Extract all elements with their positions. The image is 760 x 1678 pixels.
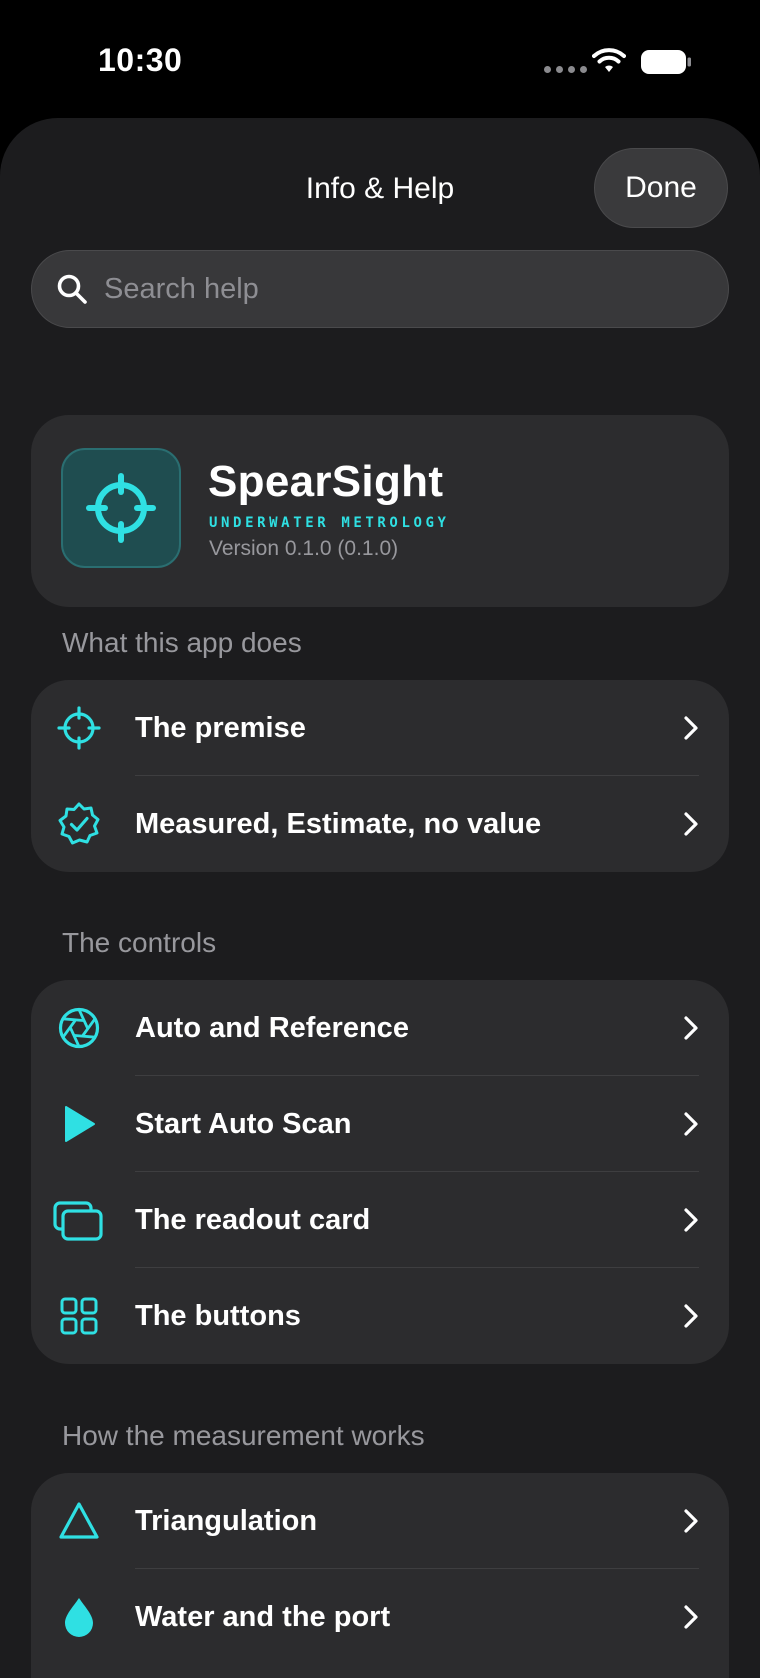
section-header-how-the-measurement-works: How the measurement works: [62, 1420, 425, 1451]
help-item-start-auto-scan[interactable]: Start Auto Scan: [31, 1076, 729, 1172]
aperture-icon: [58, 1007, 100, 1049]
stacked-cards-icon: [53, 1201, 103, 1241]
grid-icon: [60, 1297, 98, 1335]
crosshair-icon: [57, 706, 101, 750]
water-drop-icon: [65, 1598, 93, 1637]
app-name: SpearSight: [208, 457, 444, 506]
help-item-label: Start Auto Scan: [135, 1108, 352, 1140]
help-item-triangulation[interactable]: Triangulation: [31, 1473, 729, 1569]
chevron-right-icon: [684, 1509, 698, 1533]
help-item-label: Triangulation: [135, 1505, 318, 1537]
chevron-right-icon: [684, 1112, 698, 1136]
help-item-label: Auto and Reference: [135, 1012, 409, 1044]
help-item-label: The buttons: [135, 1300, 301, 1332]
section-group-what-this-app-does: The premise Measured, Estimate, no value: [31, 680, 729, 872]
section-group-how-the-measurement-works: Triangulation Water and the port: [31, 1473, 729, 1678]
help-item-label: The premise: [135, 712, 306, 744]
search-input[interactable]: [102, 251, 706, 328]
chevron-right-icon: [684, 1304, 698, 1328]
chevron-right-icon: [684, 1605, 698, 1629]
section-header-the-controls: The controls: [62, 927, 217, 958]
chevron-right-icon: [684, 1016, 698, 1040]
triangle-icon: [59, 1502, 99, 1539]
app-icon: [61, 448, 181, 568]
crosshair-icon: [86, 473, 156, 543]
play-icon: [65, 1106, 95, 1142]
search-bar[interactable]: [31, 250, 729, 328]
help-item-readout-card[interactable]: The readout card: [31, 1172, 729, 1268]
chevron-right-icon: [684, 1208, 698, 1232]
app-info-card: SpearSight UNDERWATER METROLOGY Version …: [31, 415, 729, 607]
help-item-the-premise[interactable]: The premise: [31, 680, 729, 776]
cellular-signal-icon: [544, 66, 587, 73]
help-item-auto-and-reference[interactable]: Auto and Reference: [31, 980, 729, 1076]
status-bar: 10:30: [0, 0, 760, 110]
app-tagline: UNDERWATER METROLOGY: [209, 515, 450, 531]
help-sheet: Info & Help Done SpearSight UNDERWATER M…: [0, 118, 760, 1678]
search-icon: [57, 274, 87, 304]
verified-badge-icon: [58, 802, 100, 845]
status-time: 10:30: [98, 42, 183, 78]
help-item-the-buttons[interactable]: The buttons: [31, 1268, 729, 1364]
section-header-what-this-app-does: What this app does: [62, 627, 302, 658]
help-item-label: The readout card: [135, 1204, 371, 1236]
app-version: Version 0.1.0 (0.1.0): [209, 537, 399, 560]
section-group-the-controls: Auto and Reference Start Auto Scan The r…: [31, 980, 729, 1364]
battery-icon: [641, 50, 691, 74]
chevron-right-icon: [684, 716, 698, 740]
help-item-measured-estimate[interactable]: Measured, Estimate, no value: [31, 776, 729, 872]
wifi-icon: [592, 48, 626, 72]
help-item-label: Water and the port: [135, 1601, 391, 1633]
done-button[interactable]: Done: [594, 148, 728, 228]
help-item-water-and-the-port[interactable]: Water and the port: [31, 1569, 729, 1665]
help-item-label: Measured, Estimate, no value: [135, 808, 542, 840]
chevron-right-icon: [684, 812, 698, 836]
